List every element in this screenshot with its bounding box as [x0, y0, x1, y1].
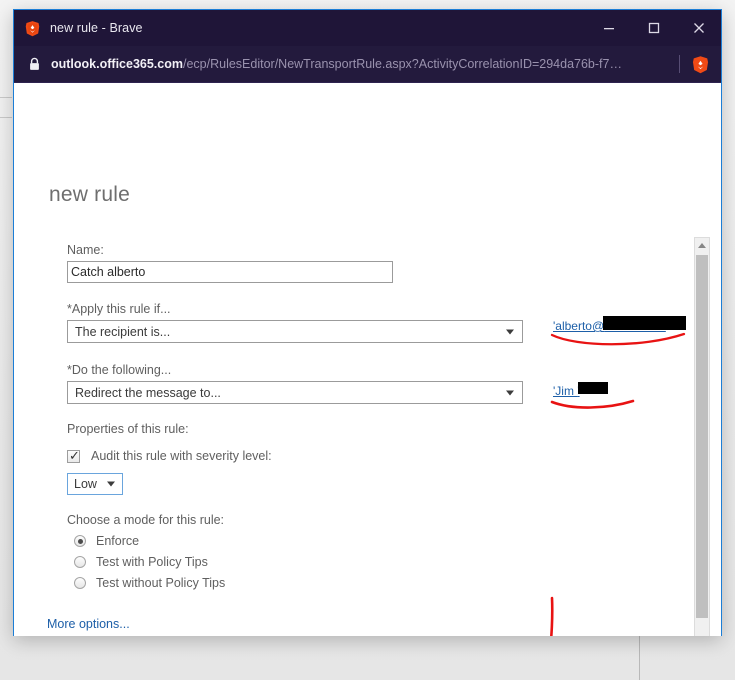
severity-level-value: Low [74, 477, 97, 491]
apply-rule-value: The recipient is... [75, 324, 171, 339]
severity-level-select[interactable]: Low [67, 473, 123, 495]
browser-window: new rule - Brave outlook.office365.com/e… [13, 9, 722, 636]
close-button[interactable] [676, 10, 721, 46]
page-scrollbar[interactable] [694, 237, 710, 636]
mode-label: Choose a mode for this rule: [67, 513, 225, 527]
do-following-select[interactable]: Redirect the message to... [67, 381, 523, 404]
properties-label: Properties of this rule: [67, 422, 189, 436]
minimize-button[interactable] [586, 10, 631, 46]
chevron-up-icon [698, 243, 706, 248]
page-content: new rule Name: *Apply this rule if... Th… [14, 83, 721, 636]
url-text: outlook.office365.com/ecp/RulesEditor/Ne… [51, 57, 622, 71]
mode-option-enforce[interactable]: Enforce [74, 534, 139, 548]
desktop-divider-line [0, 97, 12, 98]
more-options-link[interactable]: More options... [47, 617, 130, 631]
recipient-link-wrap: 'alberto@licious.com' [550, 316, 686, 346]
apply-rule-label: *Apply this rule if... [67, 302, 171, 316]
mode-option-test-without-tips[interactable]: Test without Policy Tips [74, 576, 225, 590]
scrollbar-thumb[interactable] [696, 255, 708, 618]
window-controls [586, 10, 721, 46]
apply-rule-select[interactable]: The recipient is... [67, 320, 523, 343]
recipient-value-visible: 'alberto@ [553, 319, 605, 333]
scroll-up-button[interactable] [695, 238, 709, 253]
address-bar[interactable]: outlook.office365.com/ecp/RulesEditor/Ne… [14, 46, 721, 83]
radio-test-without-policy-tips[interactable] [74, 577, 86, 589]
chevron-down-icon [107, 481, 115, 487]
mode-option-label: Test with Policy Tips [96, 555, 208, 569]
window-titlebar[interactable]: new rule - Brave [14, 10, 721, 46]
maximize-button[interactable] [631, 10, 676, 46]
redirect-value-visible: 'Jim [553, 384, 578, 398]
mode-option-label: Test without Policy Tips [96, 576, 226, 590]
mode-option-test-with-tips[interactable]: Test with Policy Tips [74, 555, 208, 569]
redaction-bar [603, 316, 686, 330]
redaction-bar [578, 382, 608, 394]
page-title: new rule [49, 183, 130, 206]
url-host: outlook.office365.com [51, 57, 183, 71]
address-bar-divider [679, 55, 680, 73]
name-label: Name: [67, 243, 104, 257]
lock-icon [28, 57, 41, 71]
audit-label: Audit this rule with severity level: [91, 449, 272, 463]
desktop-vertical-line [639, 636, 640, 680]
checkmark-icon: ✓ [69, 447, 80, 463]
red-arrow-annotation [550, 596, 554, 636]
redirect-link-wrap: 'Jim ' [550, 382, 635, 409]
name-input[interactable] [67, 261, 393, 283]
chevron-down-icon [506, 329, 514, 334]
redirect-value-link[interactable]: 'Jim ' [553, 384, 580, 398]
radio-enforce[interactable] [74, 535, 86, 547]
radio-test-with-policy-tips[interactable] [74, 556, 86, 568]
audit-checkbox[interactable]: ✓ [67, 447, 80, 463]
chevron-down-icon [506, 390, 514, 395]
url-path: /ecp/RulesEditor/NewTransportRule.aspx?A… [182, 57, 622, 71]
desktop-divider-line [0, 117, 12, 118]
brave-lion-icon [24, 20, 41, 37]
window-title: new rule - Brave [50, 21, 143, 35]
audit-checkbox-row[interactable]: ✓ Audit this rule with severity level: [67, 449, 272, 463]
mode-option-label: Enforce [96, 534, 140, 548]
do-following-value: Redirect the message to... [75, 385, 221, 400]
brave-shield-icon[interactable] [691, 55, 710, 74]
do-following-label: *Do the following... [67, 363, 172, 377]
